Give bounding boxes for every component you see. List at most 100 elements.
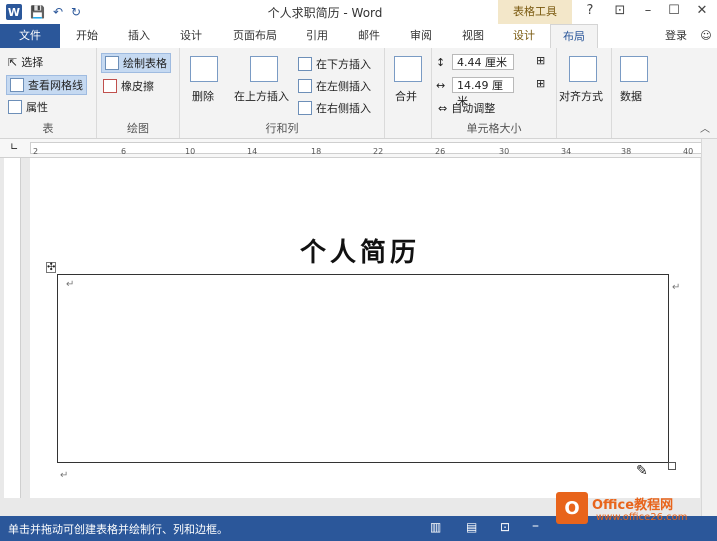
tab-selector-icon[interactable]: ∟ <box>10 142 18 153</box>
ruler-tick: 38 <box>621 147 632 156</box>
merge-icon <box>394 56 422 82</box>
maximize-button[interactable]: ☐ <box>664 3 684 18</box>
help-button[interactable]: ? <box>580 3 600 18</box>
insert-above-button[interactable]: 在上方插入 <box>234 88 289 104</box>
view-gridlines-button[interactable]: 查看网格线 <box>6 75 87 95</box>
vertical-scrollbar[interactable] <box>701 139 717 516</box>
tab-view[interactable]: 视图 <box>448 24 498 48</box>
web-layout-icon[interactable]: ⊡ <box>500 520 510 534</box>
minimize-button[interactable]: – <box>638 3 658 18</box>
ribbon-tabs: 文件 开始 插入 设计 页面布局 引用 邮件 审阅 视图 设计 布局 登录 ☺ <box>0 24 717 49</box>
pencil-table-icon <box>105 56 119 70</box>
cursor-icon: ⇱ <box>8 55 18 69</box>
tab-insert[interactable]: 插入 <box>114 24 164 48</box>
group-cell-size: ↕ 4.44 厘米 ↔ 14.49 厘米 ⊞ ⊞ ⇔ 自动调整 单元格大小 <box>432 48 557 138</box>
table-resize-handle[interactable] <box>668 462 676 470</box>
group-alignment: 对齐方式 <box>557 48 612 138</box>
zoom-out-icon[interactable]: – <box>532 518 539 534</box>
watermark: O Office教程网 www.office26.com <box>556 492 708 532</box>
eraser-icon <box>103 79 117 93</box>
ribbon: ⇱ 选择 查看网格线 属性 表 绘制表格 橡皮擦 绘图 删除 在上方插入 在下方插… <box>0 48 717 139</box>
group-draw: 绘制表格 橡皮擦 绘图 <box>97 48 180 138</box>
row-end-mark: ↵ <box>672 282 681 293</box>
ruler-tick: 34 <box>561 147 572 156</box>
watermark-url: www.office26.com <box>596 512 688 523</box>
delete-table-icon <box>190 56 218 82</box>
ruler-tick: 6 <box>121 147 127 156</box>
tab-review[interactable]: 审阅 <box>396 24 446 48</box>
ruler-tick: 22 <box>373 147 384 156</box>
insert-below-button[interactable]: 在下方插入 <box>298 56 371 72</box>
window-title: 个人求职简历 - Word <box>267 6 383 20</box>
alignment-button[interactable]: 对齐方式 <box>559 88 603 104</box>
insert-below-icon <box>298 57 312 71</box>
insert-right-button[interactable]: 在右侧插入 <box>298 100 371 116</box>
ribbon-display-button[interactable]: ⊡ <box>610 3 630 18</box>
print-layout-icon[interactable]: ▤ <box>466 520 477 534</box>
select-button[interactable]: ⇱ 选择 <box>8 54 43 70</box>
ruler-tick: 30 <box>499 147 510 156</box>
pencil-cursor-icon: ✎ <box>636 463 648 479</box>
draw-table-button[interactable]: 绘制表格 <box>101 53 171 73</box>
read-mode-icon[interactable]: ▥ <box>430 520 441 534</box>
delete-button[interactable]: 删除 <box>192 88 214 104</box>
autofit-button[interactable]: ⇔ 自动调整 <box>438 100 495 116</box>
table-move-handle-icon[interactable]: ✣ <box>46 262 57 273</box>
status-message: 单击并拖动可创建表格并绘制行、列和边框。 <box>8 523 228 536</box>
horizontal-ruler[interactable]: ∟ 2 6 10 14 18 22 26 30 34 38 40 <box>0 139 717 158</box>
insert-left-icon <box>298 79 312 93</box>
autofit-icon: ⇔ <box>438 101 448 115</box>
group-label-table: 表 <box>42 122 54 135</box>
collapse-ribbon-icon[interactable]: ︿ <box>700 120 710 135</box>
word-app-icon: W <box>6 4 22 20</box>
ruler-tick: 14 <box>247 147 258 156</box>
merge-button[interactable]: 合并 <box>395 88 417 104</box>
redo-icon[interactable]: ↻ <box>71 5 81 19</box>
document-heading[interactable]: 个人简历 <box>300 232 420 269</box>
column-width-field[interactable]: 14.49 厘米 <box>452 77 514 108</box>
table-cell[interactable]: ↵ <box>57 274 669 463</box>
tab-table-layout[interactable]: 布局 <box>550 24 598 49</box>
row-height-field[interactable]: 4.44 厘米 <box>452 54 514 70</box>
data-icon <box>620 56 648 82</box>
distribute-columns-icon[interactable]: ⊞ <box>536 77 545 90</box>
group-label-rows-columns: 行和列 <box>265 122 299 135</box>
undo-icon[interactable]: ↶ <box>53 5 63 19</box>
ruler-tick: 2 <box>33 147 39 156</box>
alignment-icon <box>569 56 597 82</box>
ruler-tick: 40 <box>683 147 694 156</box>
tab-references[interactable]: 引用 <box>292 24 342 48</box>
watermark-brand: Office教程网 <box>592 498 674 513</box>
data-button[interactable]: 数据 <box>620 88 642 104</box>
close-button[interactable]: ✕ <box>692 3 712 18</box>
paragraph-mark: ↵ <box>60 470 69 481</box>
properties-button[interactable]: 属性 <box>8 99 48 115</box>
ruler-bar: 2 6 10 14 18 22 26 30 34 38 40 <box>30 142 708 156</box>
insert-above-icon <box>250 56 278 82</box>
insert-left-button[interactable]: 在左侧插入 <box>298 78 371 94</box>
tab-mailings[interactable]: 邮件 <box>344 24 394 48</box>
cell-paragraph-mark: ↵ <box>66 279 75 290</box>
vertical-ruler[interactable] <box>4 158 21 498</box>
save-icon[interactable]: 💾 <box>30 5 45 19</box>
group-label-cell-size: 单元格大小 <box>466 122 522 135</box>
group-merge: 合并 <box>385 48 432 138</box>
tab-table-design[interactable]: 设计 <box>500 24 548 48</box>
tab-page-layout[interactable]: 页面布局 <box>220 24 290 48</box>
office-logo-icon: O <box>556 492 588 524</box>
tab-design[interactable]: 设计 <box>166 24 216 48</box>
login-link[interactable]: 登录 <box>656 24 696 48</box>
avatar-icon[interactable]: ☺ <box>696 24 716 48</box>
group-data: 数据 <box>612 48 656 138</box>
group-rows-columns: 删除 在上方插入 在下方插入 在左侧插入 在右侧插入 行和列 <box>180 48 385 138</box>
group-label-draw: 绘图 <box>127 122 149 135</box>
group-table: ⇱ 选择 查看网格线 属性 表 <box>0 48 97 138</box>
tab-file[interactable]: 文件 <box>0 24 60 48</box>
distribute-rows-icon[interactable]: ⊞ <box>536 54 545 67</box>
eraser-button[interactable]: 橡皮擦 <box>103 78 154 94</box>
tab-home[interactable]: 开始 <box>62 24 112 48</box>
properties-icon <box>8 100 22 114</box>
column-width-icon: ↔ <box>436 79 446 92</box>
ruler-tick: 10 <box>185 147 196 156</box>
row-height-icon: ↕ <box>436 56 446 69</box>
